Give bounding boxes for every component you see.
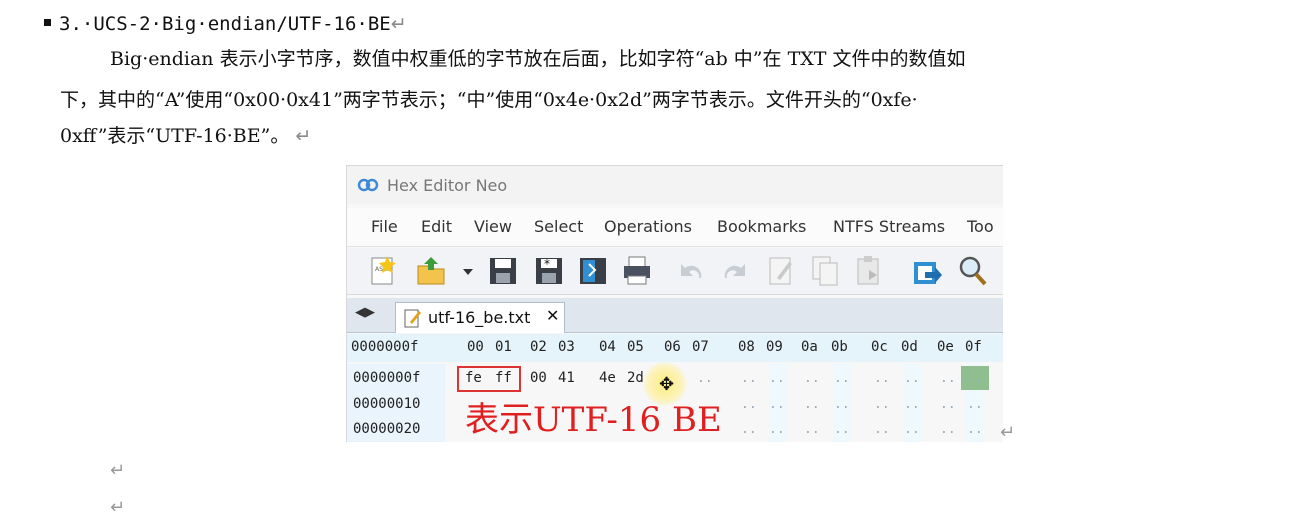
col-header: 01	[495, 339, 512, 355]
col-header: 07	[692, 339, 709, 355]
print-icon[interactable]	[621, 254, 653, 288]
col-header: 02	[530, 339, 547, 355]
section-heading-text: 3.·UCS-2·Big·endian/UTF-16·BE	[59, 13, 391, 35]
empty-byte: ..	[804, 397, 820, 412]
empty-byte: ..	[940, 422, 956, 437]
menu-select[interactable]: Select	[534, 217, 583, 236]
col-header: 0e	[937, 339, 954, 355]
empty-byte: ..	[967, 422, 983, 437]
empty-byte: ..	[834, 422, 850, 437]
col-header: 08	[738, 339, 755, 355]
empty-byte: ..	[834, 397, 850, 412]
find-icon[interactable]	[957, 254, 989, 288]
empty-byte: ..	[697, 371, 713, 386]
col-header: 0b	[831, 339, 848, 355]
empty-byte: ..	[874, 397, 890, 412]
row-offset: 00000010	[353, 396, 421, 412]
empty-byte: ..	[769, 371, 785, 386]
hex-column-header: 0000000f 00 01 02 03 04 05 06 07 08 09 0…	[347, 334, 1003, 362]
empty-byte: ..	[834, 371, 850, 386]
empty-byte: ..	[804, 371, 820, 386]
toolbar: ASCII *	[347, 248, 1003, 295]
tab-nav-arrows[interactable]: ◀▶	[355, 305, 375, 320]
col-header: 09	[766, 339, 783, 355]
header-offset: 0000000f	[351, 339, 419, 355]
empty-byte: ..	[967, 397, 983, 412]
menu-view[interactable]: View	[474, 217, 512, 236]
tab-label: utf-16_be.txt	[428, 308, 531, 327]
empty-byte: ..	[967, 371, 983, 386]
save-all-icon[interactable]: *	[533, 254, 565, 288]
paste-icon[interactable]	[853, 254, 885, 288]
row-offset: 00000020	[353, 421, 421, 437]
section-heading: 3.·UCS-2·Big·endian/UTF-16·BE↵	[44, 10, 407, 38]
hex-byte[interactable]: 2d	[627, 370, 644, 386]
empty-byte: ..	[804, 422, 820, 437]
col-header: 00	[467, 339, 484, 355]
row-offset: 0000000f	[353, 370, 421, 386]
col-header: 0a	[801, 339, 818, 355]
menu-tools[interactable]: Too	[967, 217, 994, 236]
return-mark: ↵	[390, 13, 407, 35]
empty-byte: ..	[741, 397, 757, 412]
app-title: Hex Editor Neo	[387, 176, 508, 195]
paragraph-line-3-text: 0xff”表示“UTF-16·BE”。	[60, 125, 290, 147]
hex-byte[interactable]: 41	[558, 370, 575, 386]
bom-annotation: 表示UTF-16 BE	[465, 400, 722, 440]
return-mark: ↵	[295, 125, 312, 147]
return-mark: ↵	[110, 460, 126, 481]
hex-editor-screenshot: Hex Editor Neo File Edit View Select Ope…	[346, 165, 1003, 442]
menu-bookmarks[interactable]: Bookmarks	[717, 217, 806, 236]
empty-byte: ..	[940, 397, 956, 412]
empty-byte: ..	[940, 371, 956, 386]
col-header: 05	[627, 339, 644, 355]
save-as-icon[interactable]	[577, 254, 609, 288]
empty-byte: ..	[904, 422, 920, 437]
paragraph-line-3: 0xff”表示“UTF-16·BE”。 ↵	[60, 118, 311, 154]
open-file-icon[interactable]	[415, 254, 447, 288]
hex-byte[interactable]: 00	[530, 370, 547, 386]
undo-icon[interactable]	[675, 254, 707, 288]
file-edit-icon	[404, 309, 421, 328]
col-header: 03	[558, 339, 575, 355]
bom-highlight-box	[457, 366, 521, 392]
menu-file[interactable]: File	[371, 217, 398, 236]
col-header: 0f	[965, 339, 982, 355]
return-mark: ↵	[110, 497, 126, 518]
title-bar: Hex Editor Neo	[347, 166, 1003, 204]
empty-byte: ..	[904, 397, 920, 412]
empty-byte: ..	[741, 422, 757, 437]
menu-operations[interactable]: Operations	[604, 217, 692, 236]
tab-strip: ◀▶ utf-16_be.txt ✕	[347, 298, 1003, 333]
export-icon[interactable]	[911, 254, 943, 288]
empty-byte: ..	[769, 422, 785, 437]
col-header: 0c	[871, 339, 888, 355]
empty-byte: ..	[769, 397, 785, 412]
bullet-icon	[44, 19, 51, 26]
col-header: 04	[599, 339, 616, 355]
svg-text:*: *	[544, 257, 550, 271]
empty-byte: ..	[741, 371, 757, 386]
paragraph-line-1: Big·endian 表示小字节序，数值中权重低的字节放在后面，比如字符“ab …	[110, 48, 966, 70]
app-logo-icon	[357, 178, 379, 192]
menu-bar: File Edit View Select Operations Bookmar…	[347, 208, 1003, 247]
dropdown-arrow-icon[interactable]	[459, 254, 477, 288]
copy-icon[interactable]	[809, 254, 841, 288]
menu-edit[interactable]: Edit	[421, 217, 452, 236]
tab-utf16-be[interactable]: utf-16_be.txt ✕	[395, 302, 565, 333]
empty-byte: ..	[904, 371, 920, 386]
edit-icon[interactable]	[765, 254, 797, 288]
return-mark: ↵	[1000, 422, 1016, 443]
close-icon[interactable]: ✕	[546, 306, 559, 325]
save-icon[interactable]	[487, 254, 519, 288]
empty-byte: ..	[874, 422, 890, 437]
col-header: 06	[664, 339, 681, 355]
menu-ntfs-streams[interactable]: NTFS Streams	[833, 217, 945, 236]
paragraph-line-2: 下，其中的“A”使用“0x00·0x41”两字节表示；“中”使用“0x4e·0x…	[60, 89, 918, 111]
new-file-icon[interactable]: ASCII	[367, 254, 399, 288]
hex-byte[interactable]: 4e	[599, 370, 616, 386]
col-header: 0d	[901, 339, 918, 355]
empty-byte: ..	[874, 371, 890, 386]
redo-icon[interactable]	[719, 254, 751, 288]
